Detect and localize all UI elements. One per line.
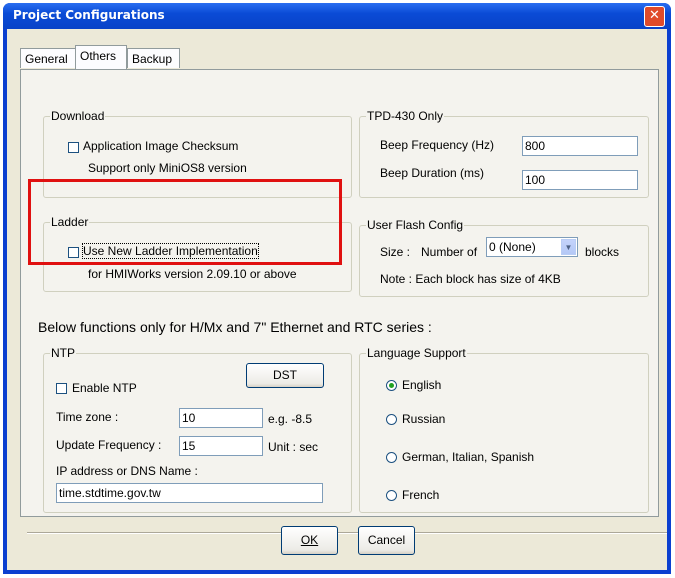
separator xyxy=(27,532,667,534)
section-heading: Below functions only for H/Mx and 7" Eth… xyxy=(38,319,432,335)
tab-panel-others: Download Application Image Checksum Supp… xyxy=(20,69,659,517)
radio-english[interactable] xyxy=(386,380,397,391)
tab-label: General xyxy=(25,52,68,66)
radio-german-italian-spanish[interactable] xyxy=(386,452,397,463)
chevron-down-icon[interactable]: ▼ xyxy=(561,239,576,255)
language-group: Language Support English Russian German,… xyxy=(359,346,649,513)
tpd-legend: TPD-430 Only xyxy=(366,109,445,123)
dst-button[interactable]: DST xyxy=(246,363,324,388)
tab-label: Backup xyxy=(132,52,173,66)
checksum-label: Application Image Checksum xyxy=(83,139,239,153)
dst-button-label: DST xyxy=(273,368,297,382)
beep-frequency-label: Beep Frequency (Hz) xyxy=(380,138,495,152)
enable-ntp-checkbox[interactable] xyxy=(56,383,67,394)
update-unit-label: Unit : sec xyxy=(268,440,319,454)
title-bar[interactable]: Project Configurations ✕ xyxy=(3,3,671,29)
ntp-legend: NTP xyxy=(50,346,76,360)
ok-button-label: OK xyxy=(300,533,319,547)
tab-general[interactable]: General xyxy=(20,48,76,68)
download-legend: Download xyxy=(50,109,106,123)
update-frequency-label: Update Frequency : xyxy=(56,438,162,452)
language-french-label: French xyxy=(402,488,440,502)
checksum-checkbox[interactable] xyxy=(68,142,79,153)
timezone-input[interactable]: 10 xyxy=(179,408,263,428)
tab-backup[interactable]: Backup xyxy=(127,48,180,68)
beep-duration-label: Beep Duration (ms) xyxy=(380,166,485,180)
flash-group: User Flash Config Size : Number of 0 (No… xyxy=(359,218,649,297)
timezone-hint: e.g. -8.5 xyxy=(268,412,313,426)
beep-duration-input[interactable]: 100 xyxy=(522,170,638,190)
ip-address-label: IP address or DNS Name : xyxy=(56,464,198,478)
enable-ntp-label: Enable NTP xyxy=(72,381,137,395)
language-german-label: German, Italian, Spanish xyxy=(402,450,535,464)
dialog-client: General Others Backup Download Applicati… xyxy=(7,29,667,570)
flash-blocks-select[interactable]: 0 (None) ▼ xyxy=(486,237,578,257)
dialog-window: Project Configurations ✕ General Others … xyxy=(3,3,671,574)
flash-blocks-label: blocks xyxy=(585,245,620,259)
close-icon[interactable]: ✕ xyxy=(644,6,665,27)
ip-address-input[interactable]: time.stdtime.gov.tw xyxy=(56,483,323,503)
cancel-button-label: Cancel xyxy=(367,533,406,547)
ladder-note: for HMIWorks version 2.09.10 or above xyxy=(88,267,297,281)
checksum-note: Support only MiniOS8 version xyxy=(88,161,247,175)
tab-label: Others xyxy=(80,49,117,63)
flash-note: Note : Each block has size of 4KB xyxy=(380,272,561,286)
language-english-label: English xyxy=(402,378,442,392)
tpd-group: TPD-430 Only Beep Frequency (Hz) 800 Bee… xyxy=(359,109,649,198)
flash-size-label: Size : xyxy=(380,245,411,259)
update-frequency-input[interactable]: 15 xyxy=(179,436,263,456)
cancel-button[interactable]: Cancel xyxy=(358,526,415,555)
language-russian-label: Russian xyxy=(402,412,446,426)
language-legend: Language Support xyxy=(366,346,467,360)
flash-blocks-value: 0 (None) xyxy=(489,240,536,254)
tab-others[interactable]: Others xyxy=(75,45,127,69)
beep-frequency-input[interactable]: 800 xyxy=(522,136,638,156)
ok-button[interactable]: OK xyxy=(281,526,338,555)
radio-russian[interactable] xyxy=(386,414,397,425)
flash-legend: User Flash Config xyxy=(366,218,465,232)
ntp-group: NTP Enable NTP DST Time zone : 10 e.g. -… xyxy=(43,346,352,513)
window-title: Project Configurations xyxy=(13,8,165,22)
radio-french[interactable] xyxy=(386,490,397,501)
flash-number-of-label: Number of xyxy=(421,245,478,259)
highlight-box xyxy=(28,179,342,265)
timezone-label: Time zone : xyxy=(56,410,119,424)
